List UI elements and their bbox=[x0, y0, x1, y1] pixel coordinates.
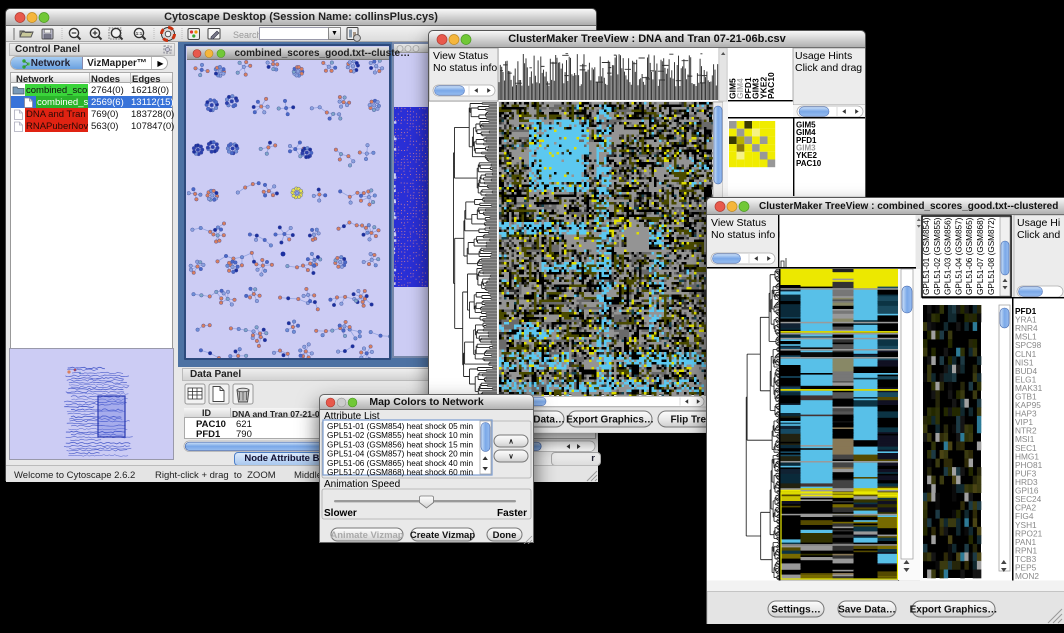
svg-text:Click and: Click and bbox=[1017, 229, 1060, 241]
svg-text:GPL51-06 (GSM865): GPL51-06 (GSM865) bbox=[965, 217, 974, 295]
svg-text:GPL51-01 (GSM854): GPL51-01 (GSM854) bbox=[922, 217, 931, 295]
svg-text:PAC10: PAC10 bbox=[766, 72, 776, 99]
svg-text:GPL51-03 (GSM856): GPL51-03 (GSM856) bbox=[944, 217, 953, 295]
svg-text:Export Graphics…: Export Graphics… bbox=[910, 605, 998, 616]
svg-text:Click and drag tc: Click and drag tc bbox=[795, 62, 865, 74]
svg-text:GPL51-08 (GSM872): GPL51-08 (GSM872) bbox=[987, 217, 996, 295]
svg-text:Slower: Slower bbox=[324, 508, 357, 519]
svg-text:No status info f: No status info f bbox=[433, 62, 503, 74]
svg-text:GPL51-01 (GSM854) heat shock 0: GPL51-01 (GSM854) heat shock 05 min bbox=[327, 422, 474, 431]
svg-text:Export Graphics…: Export Graphics… bbox=[566, 415, 654, 426]
svg-text:View Status: View Status bbox=[433, 50, 488, 62]
svg-text:∧: ∧ bbox=[508, 439, 513, 446]
svg-text:Faster: Faster bbox=[497, 508, 527, 519]
svg-text:Settings…: Settings… bbox=[771, 605, 820, 616]
svg-text:GPL51-04 (GSM857) heat shock 2: GPL51-04 (GSM857) heat shock 20 min bbox=[327, 450, 474, 459]
svg-text:∨: ∨ bbox=[508, 454, 513, 461]
svg-text:Animation Speed: Animation Speed bbox=[324, 479, 400, 490]
svg-text:Animate Vizmap: Animate Vizmap bbox=[330, 530, 403, 541]
svg-text:GPL51-07 (GSM868): GPL51-07 (GSM868) bbox=[976, 217, 985, 295]
svg-text:Done: Done bbox=[493, 530, 517, 541]
svg-text:View Status: View Status bbox=[711, 217, 766, 229]
svg-text:GPL51-04 (GSM857): GPL51-04 (GSM857) bbox=[954, 217, 963, 295]
svg-text:1:1: 1:1 bbox=[136, 31, 143, 36]
svg-text:GPL51-02 (GSM855) heat shock 1: GPL51-02 (GSM855) heat shock 10 min bbox=[327, 431, 474, 440]
svg-text:No status info t: No status info t bbox=[711, 229, 781, 241]
svg-text:GPL51-07 (GSM868) heat shock 6: GPL51-07 (GSM868) heat shock 60 min bbox=[327, 468, 474, 477]
svg-text:Save Data…: Save Data… bbox=[838, 605, 896, 616]
svg-text:GPL51-06 (GSM865) heat shock 4: GPL51-06 (GSM865) heat shock 40 min bbox=[327, 459, 474, 468]
svg-text:PAC10: PAC10 bbox=[796, 159, 822, 168]
svg-text:Usage Hi: Usage Hi bbox=[1017, 217, 1060, 229]
svg-text:Usage Hints: Usage Hints bbox=[795, 50, 852, 62]
svg-text:GPL51-03 (GSM856) heat shock 1: GPL51-03 (GSM856) heat shock 15 min bbox=[327, 440, 474, 449]
svg-text:Create Vizmap: Create Vizmap bbox=[410, 530, 475, 541]
svg-text:MON2: MON2 bbox=[1015, 571, 1039, 581]
svg-text:GPL51-02 (GSM855): GPL51-02 (GSM855) bbox=[933, 217, 942, 295]
